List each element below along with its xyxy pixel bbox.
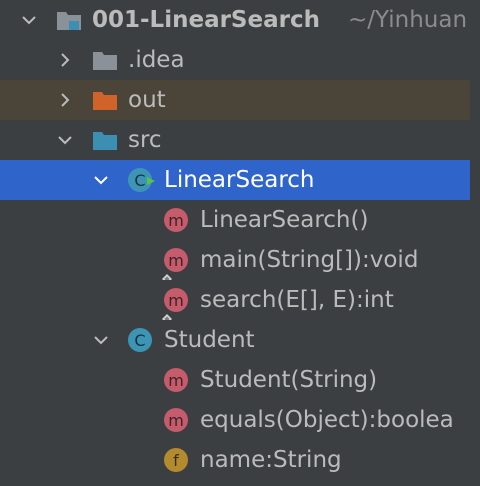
field-icon: f (164, 448, 188, 472)
class-label-student: Student (164, 327, 255, 353)
member-label: search(E[], E):int (200, 287, 394, 313)
chevron-right-icon[interactable] (56, 91, 74, 109)
run-triangle-icon (146, 166, 156, 185)
tree-row-ls-main[interactable]: m main(String[]):void (0, 240, 470, 280)
member-label: LinearSearch() (200, 207, 369, 233)
tree-row-ls-search[interactable]: m search(E[], E):int (0, 280, 470, 320)
tree-row-src[interactable]: src (0, 120, 470, 160)
tree-row-linearsearch-class[interactable]: C LinearSearch (0, 160, 470, 200)
tree-row-st-equals[interactable]: m equals(Object):boolea (0, 400, 470, 440)
folder-icon (92, 47, 118, 73)
folder-label-idea: .idea (128, 47, 185, 73)
source-folder-icon (92, 127, 118, 153)
tree-row-st-constructor[interactable]: m Student(String) (0, 360, 470, 400)
tree-row-idea[interactable]: .idea (0, 40, 470, 80)
tree-row-project-root[interactable]: 001-LinearSearch ~/Yinhuan (0, 0, 470, 40)
folder-label-src: src (128, 127, 162, 153)
chevron-right-icon[interactable] (56, 51, 74, 69)
static-modifier-icon (162, 304, 172, 320)
static-modifier-icon (162, 264, 172, 280)
class-label-linearsearch: LinearSearch (164, 167, 315, 193)
chevron-down-icon[interactable] (56, 131, 74, 149)
tree-row-st-name-field[interactable]: f name:String (0, 440, 470, 480)
module-folder-icon (56, 7, 82, 33)
member-label: equals(Object):boolea (200, 407, 454, 433)
method-icon: m (164, 368, 188, 392)
project-name: 001-LinearSearch (92, 7, 320, 33)
excluded-folder-icon (92, 87, 118, 113)
method-icon: m (164, 208, 188, 232)
class-icon: C (128, 328, 152, 352)
member-label: name:String (200, 447, 342, 473)
scrollbar-track[interactable] (470, 0, 480, 486)
tree-row-student-class[interactable]: C Student (0, 320, 470, 360)
folder-label-out: out (128, 87, 166, 113)
member-label: main(String[]):void (200, 247, 419, 273)
project-tree: 001-LinearSearch ~/Yinhuan .idea out src (0, 0, 480, 486)
chevron-down-icon[interactable] (20, 11, 38, 29)
method-icon: m (164, 408, 188, 432)
chevron-down-icon[interactable] (92, 171, 110, 189)
tree-row-ls-constructor[interactable]: m LinearSearch() (0, 200, 470, 240)
project-path: ~/Yinhuan (348, 7, 468, 33)
member-label: Student(String) (200, 367, 378, 393)
tree-row-out[interactable]: out (0, 80, 470, 120)
chevron-down-icon[interactable] (92, 331, 110, 349)
